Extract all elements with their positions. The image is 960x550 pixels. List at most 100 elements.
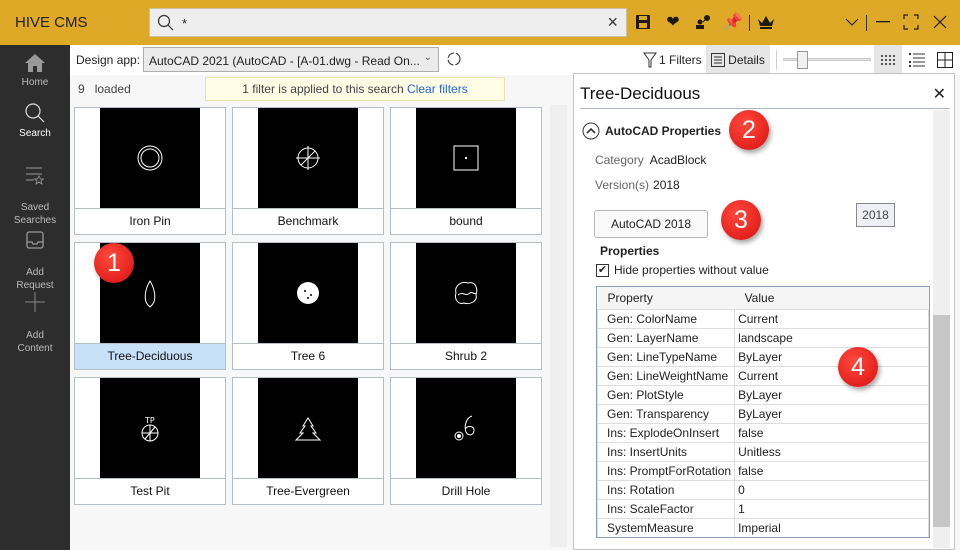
- result-card[interactable]: Iron Pin: [74, 107, 226, 235]
- sidebar-item-saved-searches[interactable]: Saved Searches: [0, 152, 70, 227]
- view-list-button[interactable]: [903, 45, 931, 75]
- chevron-down-icon[interactable]: [842, 12, 862, 32]
- clear-search-icon[interactable]: ×: [607, 12, 618, 33]
- save-icon[interactable]: [633, 12, 653, 32]
- collapse-up-icon: [582, 122, 600, 140]
- versions-label: Version(s): [595, 178, 650, 192]
- table-row[interactable]: Ins: Rotation 0: [597, 480, 929, 500]
- refresh-icon[interactable]: [446, 51, 462, 67]
- table-row[interactable]: Ins: ExplodeOnInsert false: [597, 423, 929, 443]
- table-row[interactable]: Gen: PlotStyle ByLayer: [597, 385, 929, 405]
- column-header-property[interactable]: Property: [597, 287, 735, 310]
- design-app-select[interactable]: AutoCAD 2021 (AutoCAD - [A-01.dwg - Read…: [143, 47, 439, 72]
- loaded-label: loaded: [94, 82, 131, 96]
- crown-icon[interactable]: [756, 12, 776, 32]
- property-value: 0: [734, 480, 929, 500]
- result-count: 9 loaded: [78, 82, 131, 96]
- tiles-view-icon: [881, 55, 895, 65]
- annotation-marker-1: 1: [94, 243, 134, 283]
- property-value: Current: [734, 309, 929, 329]
- app-title: HIVE CMS: [15, 14, 88, 31]
- inbox-icon: [26, 231, 44, 249]
- minimize-icon[interactable]: [873, 12, 893, 32]
- thumbnail: [100, 108, 200, 208]
- card-label: Iron Pin: [75, 208, 225, 234]
- result-card[interactable]: bound: [390, 107, 542, 235]
- thumbnail-size-slider[interactable]: [783, 51, 871, 69]
- grid-scrollbar[interactable]: [550, 105, 567, 547]
- property-name: Gen: LineWeightName: [597, 366, 736, 386]
- hide-empty-checkbox[interactable]: ✔ Hide properties without value: [596, 263, 769, 277]
- search-input[interactable]: [182, 14, 582, 32]
- result-card[interactable]: Tree 6: [232, 242, 384, 370]
- details-title: Tree-Deciduous: [580, 84, 701, 103]
- result-card[interactable]: Benchmark: [232, 107, 384, 235]
- autocad-version-button[interactable]: AutoCAD 2018: [594, 210, 708, 238]
- property-name: Gen: ColorName: [597, 309, 736, 329]
- result-card[interactable]: Shrub 2: [390, 242, 542, 370]
- table-row[interactable]: Gen: LineTypeName ByLayer: [597, 347, 929, 367]
- view-grid-button[interactable]: [931, 45, 959, 75]
- list-view-icon: [909, 53, 925, 67]
- sidebar-item-home[interactable]: Home: [0, 53, 70, 89]
- filter-banner: 1 filter is applied to this search Clear…: [205, 77, 505, 101]
- property-value: 1: [734, 499, 929, 519]
- design-app-value: AutoCAD 2021 (AutoCAD - [A-01.dwg - Read…: [149, 54, 420, 68]
- details-button[interactable]: Details: [706, 45, 770, 75]
- property-name: Ins: InsertUnits: [597, 442, 736, 462]
- result-card[interactable]: TP Test Pit: [74, 377, 226, 505]
- category-label: Category: [595, 153, 644, 167]
- scrollbar-thumb[interactable]: [933, 315, 950, 527]
- property-value: ByLayer: [734, 347, 929, 367]
- thumbnail: [416, 108, 516, 208]
- sidebar-item-search[interactable]: Search: [0, 102, 70, 140]
- view-tiles-button[interactable]: [874, 45, 902, 75]
- property-value: landscape: [734, 328, 929, 348]
- close-icon[interactable]: [930, 12, 950, 32]
- details-scrollbar[interactable]: [933, 110, 950, 548]
- plus-icon: [25, 292, 45, 312]
- properties-table: Property Value Gen: ColorName Current Gen:…: [596, 286, 930, 538]
- close-details-icon[interactable]: ✕: [933, 84, 946, 104]
- table-row[interactable]: Gen: LayerName landscape: [597, 328, 929, 348]
- filter-icon: [643, 52, 657, 68]
- thumbnail: [258, 378, 358, 478]
- annotation-marker-3: 3: [721, 200, 761, 240]
- checkbox-label: Hide properties without value: [614, 263, 769, 277]
- saved-searches-icon: [26, 167, 45, 185]
- result-card[interactable]: Tree-Evergreen: [232, 377, 384, 505]
- toolbar-divider: [749, 15, 750, 31]
- property-name: Ins: ScaleFactor: [597, 499, 736, 519]
- sidebar-item-add-content[interactable]: Add Content: [0, 278, 70, 355]
- table-row[interactable]: Ins: PromptForRotation false: [597, 461, 929, 481]
- search-box[interactable]: ×: [149, 8, 627, 37]
- filters-button[interactable]: 1 Filters: [643, 49, 702, 71]
- table-row[interactable]: Gen: Transparency ByLayer: [597, 404, 929, 424]
- share-user-icon[interactable]: [693, 12, 713, 32]
- pin-icon[interactable]: 📌: [723, 12, 743, 32]
- table-row[interactable]: Ins: InsertUnits Unitless: [597, 442, 929, 462]
- property-name: Gen: LineTypeName: [597, 347, 736, 367]
- table-row[interactable]: Ins: ScaleFactor 1: [597, 499, 929, 519]
- table-row[interactable]: Gen: LineWeightName Current: [597, 366, 929, 386]
- column-header-value[interactable]: Value: [734, 287, 929, 310]
- property-name: Gen: PlotStyle: [597, 385, 736, 405]
- table-row[interactable]: SystemMeasure Imperial: [597, 518, 929, 537]
- slider-thumb[interactable]: [797, 51, 808, 69]
- autocad-properties-toggle[interactable]: AutoCAD Properties: [582, 122, 721, 140]
- results-grid: Iron Pin Benchmark bound Tree-Deciduous …: [74, 107, 544, 547]
- maximize-icon[interactable]: [901, 12, 921, 32]
- clear-filters-link[interactable]: Clear filters: [407, 82, 468, 96]
- filters-label: 1 Filters: [659, 53, 702, 67]
- table-row[interactable]: Gen: ColorName Current: [597, 309, 929, 329]
- design-app-label: Design app:: [76, 53, 141, 67]
- thumbnail: [416, 378, 516, 478]
- result-card[interactable]: Drill Hole: [390, 377, 542, 505]
- thumbnail: TP: [100, 378, 200, 478]
- property-name: Ins: PromptForRotation: [597, 461, 736, 481]
- sidebar-item-label: Home: [21, 77, 49, 88]
- filter-banner-text: 1 filter is applied to this search: [242, 82, 404, 96]
- heart-icon[interactable]: ❤: [663, 12, 683, 32]
- card-label: Tree 6: [233, 343, 383, 369]
- svg-text:TP: TP: [144, 416, 155, 425]
